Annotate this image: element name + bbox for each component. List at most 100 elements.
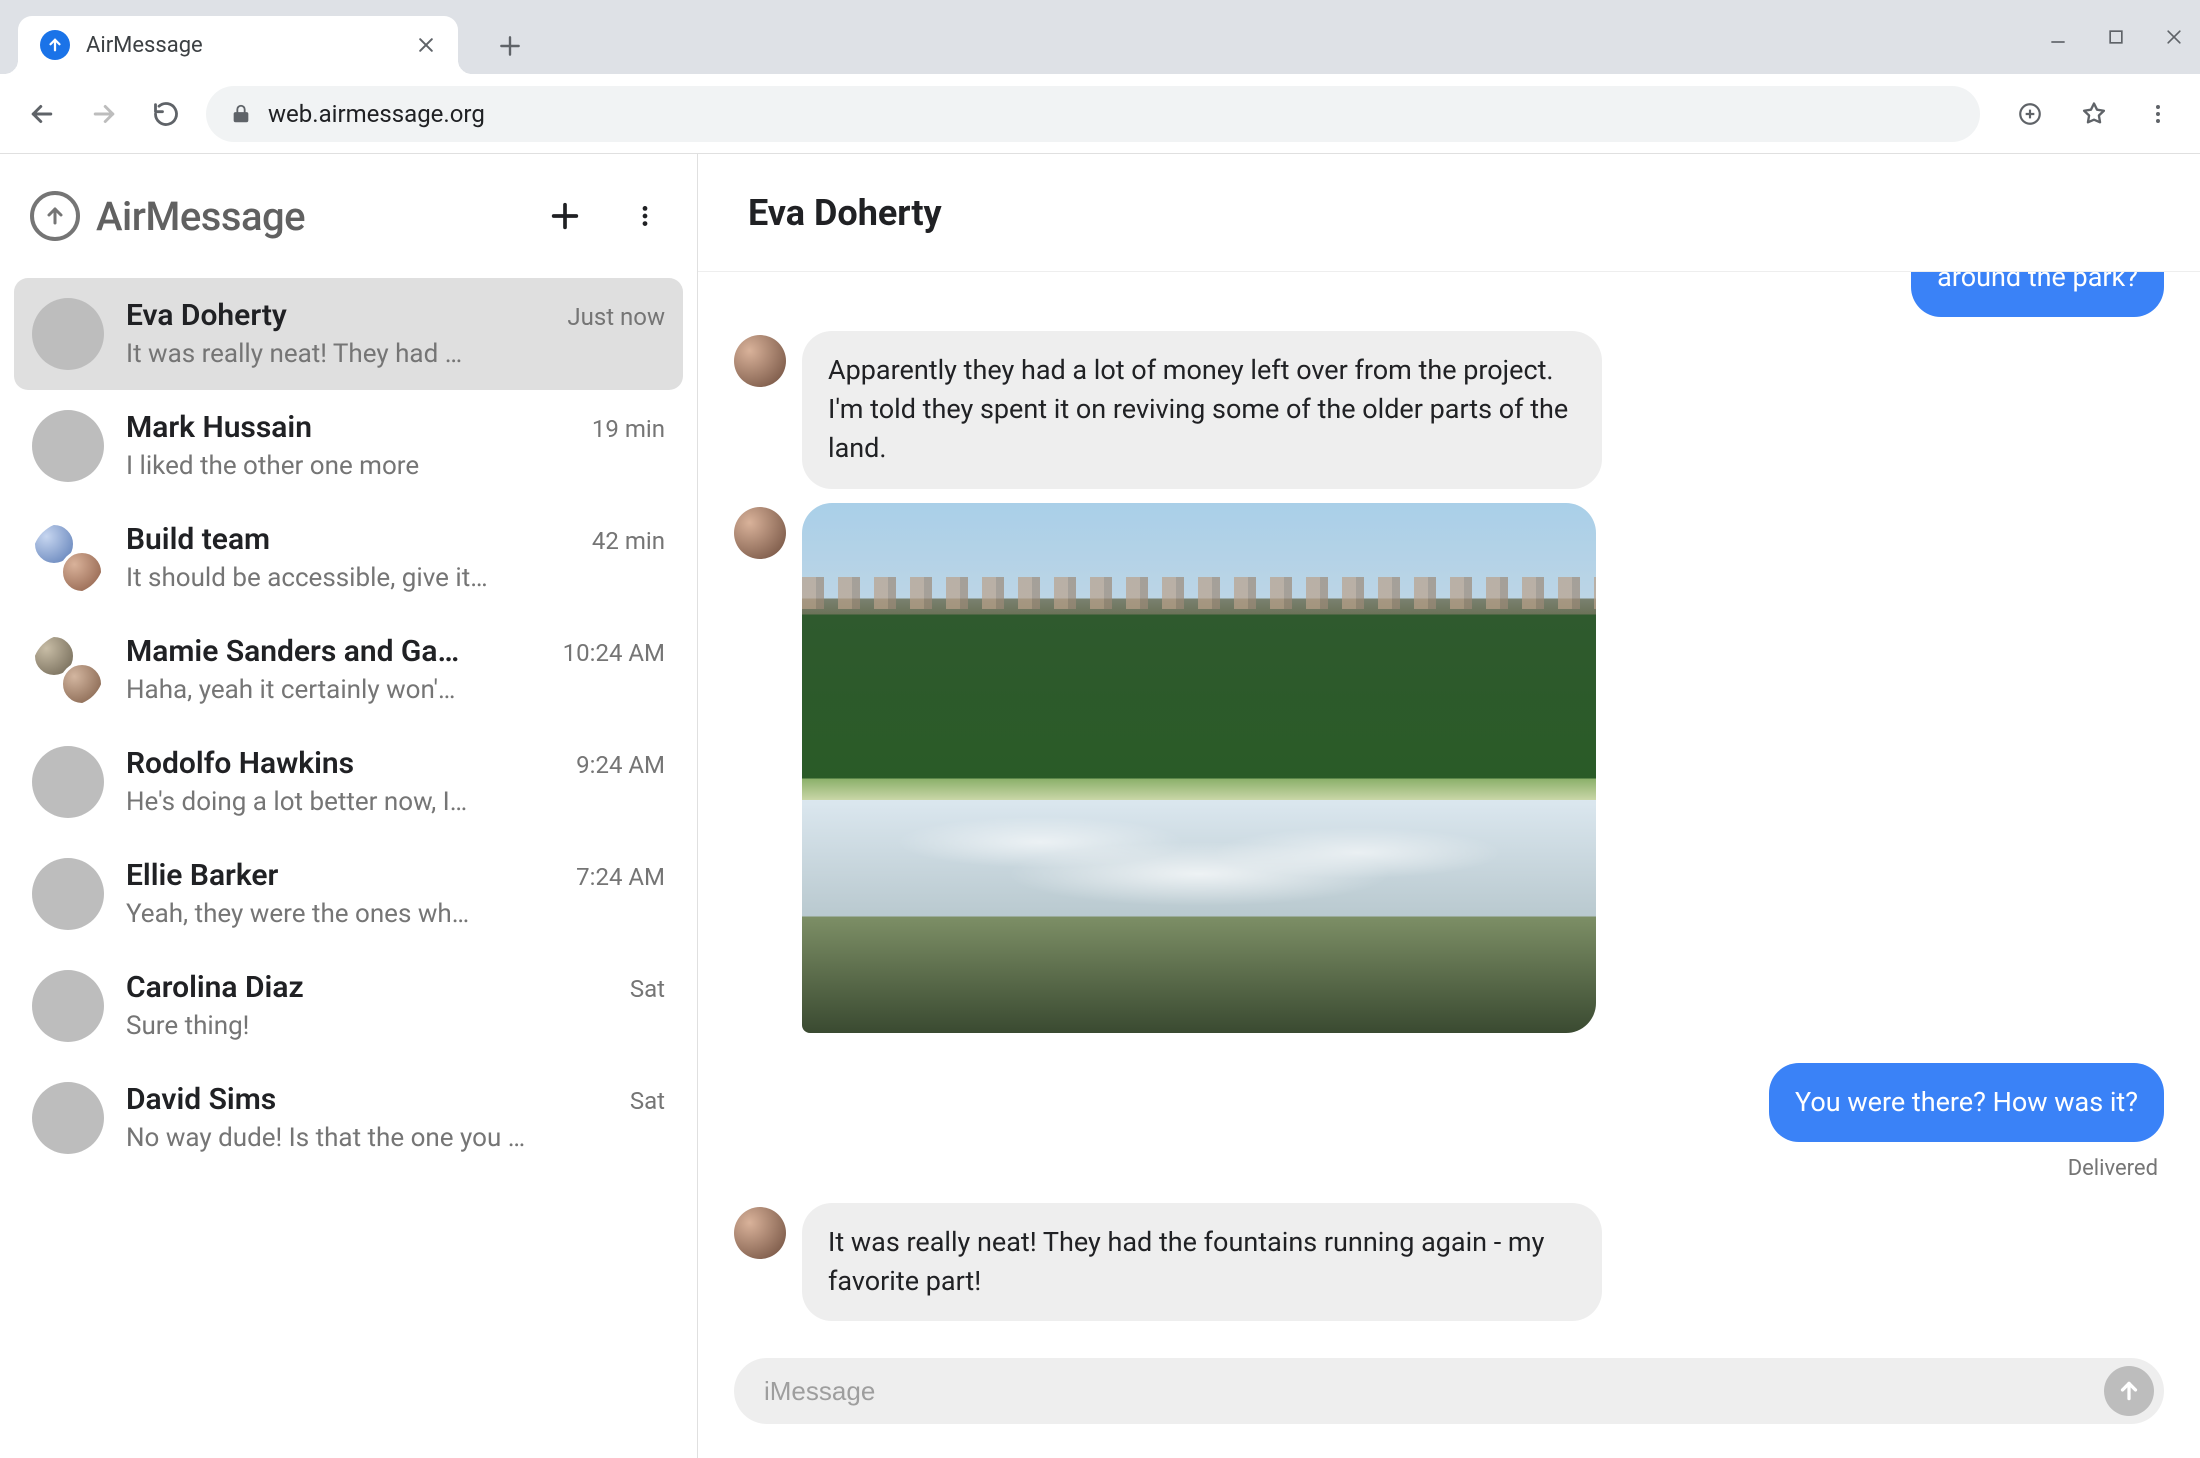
park-photo bbox=[802, 503, 1596, 1033]
conversation-name: Rodolfo Hawkins bbox=[126, 746, 354, 781]
message-bubble: around the park? bbox=[1911, 272, 2164, 317]
conversation-preview: Sure thing! bbox=[126, 1011, 665, 1041]
tab-close-icon[interactable] bbox=[416, 35, 436, 55]
conversation-name: Ellie Barker bbox=[126, 858, 278, 893]
delivery-status: Delivered bbox=[734, 1156, 2164, 1181]
message-image[interactable] bbox=[802, 503, 1596, 1033]
avatar bbox=[734, 1207, 786, 1259]
app-brand: AirMessage bbox=[30, 191, 305, 241]
avatar bbox=[32, 858, 104, 930]
conversation-time: Just now bbox=[567, 303, 665, 331]
conversation-body: David Sims Sat No way dude! Is that the on… bbox=[126, 1082, 665, 1153]
conversation-preview: I liked the other one more bbox=[126, 451, 665, 481]
window-controls bbox=[2048, 0, 2184, 74]
message-text: around the park? bbox=[1937, 272, 2138, 293]
window-maximize-icon[interactable] bbox=[2106, 27, 2126, 47]
conversation-preview: He's doing a lot better now, I… bbox=[126, 787, 665, 817]
conversation-item[interactable]: Carolina Diaz Sat Sure thing! bbox=[14, 950, 683, 1062]
address-bar[interactable]: web.airmessage.org bbox=[206, 86, 1980, 142]
conversation-body: Rodolfo Hawkins 9:24 AM He's doing a lot b… bbox=[126, 746, 665, 817]
conversation-name: David Sims bbox=[126, 1082, 276, 1117]
sidebar-header: AirMessage bbox=[0, 154, 697, 278]
conversation-time: 7:24 AM bbox=[576, 863, 665, 891]
avatar bbox=[32, 410, 104, 482]
window-close-icon[interactable] bbox=[2164, 27, 2184, 47]
avatar bbox=[32, 634, 104, 706]
conversation-preview: No way dude! Is that the one you … bbox=[126, 1123, 665, 1153]
bookmark-star-icon[interactable] bbox=[2072, 92, 2116, 136]
add-to-button[interactable] bbox=[2008, 92, 2052, 136]
conversation-time: 42 min bbox=[592, 527, 665, 555]
nav-forward-button[interactable] bbox=[82, 92, 126, 136]
conversation-preview: Haha, yeah it certainly won'… bbox=[126, 675, 665, 705]
message-text: You were there? How was it? bbox=[1795, 1086, 2138, 1118]
conversation-time: Sat bbox=[630, 1087, 665, 1115]
conversation-item[interactable]: Rodolfo Hawkins 9:24 AM He's doing a lot b… bbox=[14, 726, 683, 838]
conversation-name: Mamie Sanders and Ga… bbox=[126, 634, 459, 669]
chat-header: Eva Doherty bbox=[698, 154, 2200, 272]
message-row-outgoing: around the park? bbox=[734, 272, 2164, 317]
browser-tabstrip: AirMessage bbox=[0, 0, 2200, 74]
conversation-body: Eva Doherty Just now It was really neat! T… bbox=[126, 298, 665, 369]
conversation-item[interactable]: Mamie Sanders and Ga… 10:24 AM Haha, yeah … bbox=[14, 614, 683, 726]
conversation-body: Carolina Diaz Sat Sure thing! bbox=[126, 970, 665, 1041]
conversation-item[interactable]: Build team 42 min It should be accessible,… bbox=[14, 502, 683, 614]
nav-reload-button[interactable] bbox=[144, 92, 188, 136]
window-minimize-icon[interactable] bbox=[2048, 27, 2068, 47]
conversation-sidebar: AirMessage Eva Doherty Just now It was rea… bbox=[0, 154, 698, 1458]
avatar bbox=[32, 298, 104, 370]
conversation-body: Build team 42 min It should be accessible,… bbox=[126, 522, 665, 593]
conversation-item[interactable]: David Sims Sat No way dude! Is that the on… bbox=[14, 1062, 683, 1174]
lock-icon bbox=[230, 103, 252, 125]
message-text: Apparently they had a lot of money left … bbox=[828, 354, 1568, 464]
conversation-item[interactable]: Mark Hussain 19 min I liked the other one … bbox=[14, 390, 683, 502]
avatar bbox=[32, 970, 104, 1042]
tab-favicon bbox=[40, 30, 70, 60]
brand-logo-icon bbox=[30, 191, 80, 241]
composer bbox=[698, 1338, 2200, 1458]
message-text: It was really neat! They had the fountai… bbox=[828, 1226, 1544, 1297]
conversation-item[interactable]: Eva Doherty Just now It was really neat! T… bbox=[14, 278, 683, 390]
avatar bbox=[32, 1082, 104, 1154]
conversation-time: 9:24 AM bbox=[576, 751, 665, 779]
send-button[interactable] bbox=[2104, 1366, 2154, 1416]
conversation-list: Eva Doherty Just now It was really neat! T… bbox=[0, 278, 697, 1458]
chat-pane: Eva Doherty around the park? Apparently … bbox=[698, 154, 2200, 1458]
nav-back-button[interactable] bbox=[20, 92, 64, 136]
avatar bbox=[32, 522, 104, 594]
browser-toolbar: web.airmessage.org bbox=[0, 74, 2200, 154]
message-list[interactable]: around the park? Apparently they had a l… bbox=[698, 272, 2200, 1338]
conversation-body: Mamie Sanders and Ga… 10:24 AM Haha, yeah … bbox=[126, 634, 665, 705]
conversation-time: 10:24 AM bbox=[563, 639, 665, 667]
avatar bbox=[734, 507, 786, 559]
message-bubble: Apparently they had a lot of money left … bbox=[802, 331, 1602, 488]
message-bubble: You were there? How was it? bbox=[1769, 1063, 2164, 1142]
conversation-time: 19 min bbox=[592, 415, 665, 443]
message-row-incoming: Apparently they had a lot of money left … bbox=[734, 331, 2164, 488]
chat-title: Eva Doherty bbox=[748, 192, 942, 234]
tab-title: AirMessage bbox=[86, 33, 203, 58]
compose-button[interactable] bbox=[543, 194, 587, 238]
conversation-name: Mark Hussain bbox=[126, 410, 312, 445]
browser-menu-icon[interactable] bbox=[2136, 92, 2180, 136]
conversation-body: Ellie Barker 7:24 AM Yeah, they were the o… bbox=[126, 858, 665, 929]
browser-tab[interactable]: AirMessage bbox=[18, 16, 458, 74]
conversation-item[interactable]: Ellie Barker 7:24 AM Yeah, they were the o… bbox=[14, 838, 683, 950]
conversation-preview: It was really neat! They had … bbox=[126, 339, 665, 369]
conversation-name: Carolina Diaz bbox=[126, 970, 304, 1005]
sidebar-menu-icon[interactable] bbox=[623, 194, 667, 238]
conversation-time: Sat bbox=[630, 975, 665, 1003]
message-row-outgoing: You were there? How was it? bbox=[734, 1063, 2164, 1142]
conversation-preview: Yeah, they were the ones wh… bbox=[126, 899, 665, 929]
message-row-incoming bbox=[734, 503, 2164, 1033]
new-tab-button[interactable] bbox=[486, 22, 534, 70]
conversation-body: Mark Hussain 19 min I liked the other one … bbox=[126, 410, 665, 481]
avatar bbox=[734, 335, 786, 387]
message-input[interactable] bbox=[762, 1375, 2104, 1408]
conversation-name: Build team bbox=[126, 522, 270, 557]
message-row-incoming: It was really neat! They had the fountai… bbox=[734, 1203, 2164, 1321]
message-bubble: It was really neat! They had the fountai… bbox=[802, 1203, 1602, 1321]
conversation-name: Eva Doherty bbox=[126, 298, 287, 333]
conversation-preview: It should be accessible, give it… bbox=[126, 563, 665, 593]
avatar bbox=[32, 746, 104, 818]
